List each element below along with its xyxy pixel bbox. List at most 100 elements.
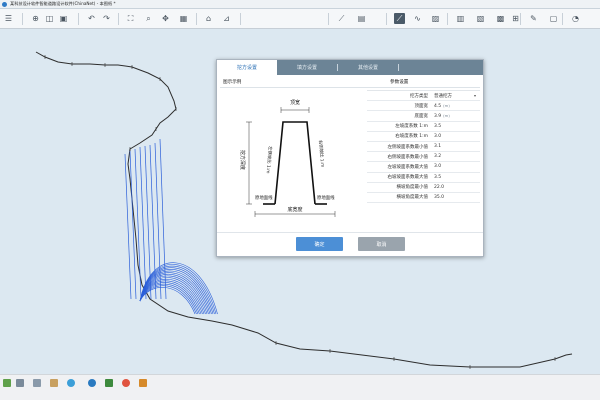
save-icon[interactable]: ▣ xyxy=(58,13,69,24)
help-icon[interactable]: ◔ xyxy=(570,13,581,24)
layout-icon[interactable]: ▤ xyxy=(356,13,367,24)
parameter-input[interactable]: 3.5 xyxy=(431,175,480,180)
parameter-input[interactable]: 3.0 xyxy=(431,134,480,139)
file-explorer-icon[interactable] xyxy=(16,379,24,387)
tab-excavation[interactable]: 挖方设置 xyxy=(217,60,277,75)
parameter-unit: (m) xyxy=(443,112,450,118)
toolbar-separator xyxy=(447,13,448,25)
cancel-button[interactable]: 取消 xyxy=(358,237,405,251)
parameter-row: 横坡角度最小值 22.0 xyxy=(367,183,480,193)
parameter-value: 3.2 xyxy=(434,154,442,160)
parameter-input[interactable]: 4.5 (m) xyxy=(431,103,480,109)
parameter-input[interactable]: 22.0 xyxy=(431,185,480,190)
profile-icon[interactable]: ⟋ xyxy=(336,13,347,24)
ok-button[interactable]: 确定 xyxy=(296,237,343,251)
parameter-row: 左坡度系数 1:m 3.5 xyxy=(367,122,480,132)
slope-icon[interactable]: ⟋ xyxy=(394,13,405,24)
parameter-label: 右坡度系数 1:m xyxy=(395,134,428,140)
parameter-value: 普通挖方 xyxy=(434,93,452,99)
menu-icon[interactable]: ☰ xyxy=(3,13,14,24)
toolbar-separator xyxy=(240,13,241,25)
edge-icon[interactable] xyxy=(88,379,96,387)
browser-icon[interactable] xyxy=(67,379,75,387)
parameter-value: 3.5 xyxy=(434,174,442,180)
target-icon[interactable]: ⊕ xyxy=(30,13,41,24)
parameter-label: 左坡坡面系数最大值 xyxy=(387,164,429,170)
excavation-profile-shape xyxy=(274,121,316,205)
parameter-row: 挖方类型 普通挖方 ▾ xyxy=(367,91,480,102)
parameter-row: 右坡坡面系数最大值 3.5 xyxy=(367,173,480,183)
section-icon[interactable]: ⊿ xyxy=(221,13,232,24)
chevron-down-icon[interactable]: ▾ xyxy=(474,93,476,98)
section-line xyxy=(134,148,142,300)
parameter-value: 3.9 xyxy=(434,113,442,119)
parameter-unit: (m) xyxy=(443,102,450,108)
app-logo-icon xyxy=(2,1,7,7)
parameter-table: 挖方类型 普通挖方 ▾ 顶面宽 4.5 (m) 底面宽 3.9 (m) 左坡度系数 1:m 3.5 右… xyxy=(367,90,480,204)
undo-icon[interactable]: ↶ xyxy=(86,13,97,24)
fill-icon[interactable]: ▨ xyxy=(430,13,441,24)
window-title: 某科技设计软件智能道路设计软件(ChinaNet) - 本图纸 * xyxy=(10,1,116,6)
spreadsheet-icon[interactable] xyxy=(105,379,113,387)
extents-icon[interactable]: ⛶ xyxy=(125,13,136,24)
parameter-input[interactable]: 3.1 xyxy=(431,144,480,149)
cross-section-curves xyxy=(139,262,218,315)
parameter-label: 右侧坡面系数最小值 xyxy=(387,154,429,160)
parameter-input[interactable]: 3.9 (m) xyxy=(431,113,480,119)
height-label: 挖方深度 xyxy=(239,150,246,170)
parameter-value: 3.0 xyxy=(434,133,442,139)
bottom-width-label: 底宽度 xyxy=(287,206,302,213)
parameter-label: 左侧坡面系数最小值 xyxy=(387,144,429,150)
layers-icon[interactable]: ◫ xyxy=(44,13,55,24)
pan-icon[interactable]: ✥ xyxy=(160,13,171,24)
parameter-row: 顶面宽 4.5 (m) xyxy=(367,101,480,112)
left-slope-label: 左侧坡比 1:m xyxy=(265,146,274,174)
parameter-value: 3.0 xyxy=(434,164,442,170)
home-icon[interactable]: ⌂ xyxy=(203,13,214,24)
parameter-label: 横坡角度最大值 xyxy=(396,195,429,201)
zoom-icon[interactable]: ⌕ xyxy=(143,13,154,24)
parameter-value: 3.1 xyxy=(434,144,442,150)
cad-app-icon[interactable] xyxy=(139,379,147,387)
curve-icon[interactable]: ∿ xyxy=(412,13,423,24)
parameter-row: 左侧坡面系数最小值 3.1 xyxy=(367,142,480,153)
left-foot-label: 原地面线 xyxy=(255,194,273,201)
parameter-label: 挖方类型 xyxy=(410,93,428,99)
section-curve xyxy=(139,287,196,315)
dialog-tabs: 挖方设置 填方设置 其他设置 xyxy=(217,60,483,75)
parameter-input[interactable]: 35.0 xyxy=(431,195,480,200)
app-icon[interactable] xyxy=(33,379,41,387)
toolbar-separator xyxy=(22,13,23,25)
tab-fill[interactable]: 填方设置 xyxy=(277,60,337,75)
chrome-icon[interactable] xyxy=(122,379,130,387)
table-icon[interactable]: ▥ xyxy=(455,13,466,24)
parameter-label: 底面宽 xyxy=(414,113,429,119)
parameter-value: 3.5 xyxy=(434,123,442,129)
parameter-dropdown[interactable]: 普通挖方 ▾ xyxy=(431,93,480,99)
toolbar-separator xyxy=(562,13,563,25)
toolbar-separator xyxy=(520,13,521,25)
main-toolbar: ☰ ⊕ ◫ ▣ ↶ ↷ ⛶ ⌕ ✥ ▦ ⌂ ⊿ ⟋ ▤ ⟋ ∿ ▨ ▥ ▧ ▩ ⊞ ✎ ▢ ◔ xyxy=(0,9,600,29)
top-width-label: 顶宽 xyxy=(290,99,300,106)
chart-icon[interactable]: ▧ xyxy=(475,13,486,24)
right-slope-label: 右侧坡比 1:m xyxy=(317,140,326,168)
section-line xyxy=(124,153,132,300)
parameter-row: 横坡角度最大值 35.0 xyxy=(367,193,480,204)
export-icon[interactable]: ▢ xyxy=(548,13,559,24)
tab-other[interactable]: 其他设置 xyxy=(338,60,398,75)
parameter-row: 右坡度系数 1:m 3.0 xyxy=(367,132,480,142)
edit-icon[interactable]: ✎ xyxy=(528,13,539,24)
parameter-input[interactable]: 3.0 xyxy=(431,164,480,169)
title-bar: 某科技设计软件智能道路设计软件(ChinaNet) - 本图纸 * xyxy=(0,0,600,9)
parameter-value: 22.0 xyxy=(434,184,445,190)
parameter-input[interactable]: 3.5 xyxy=(431,124,480,129)
diagram-section-title: 图示示例 xyxy=(223,80,242,85)
parameter-input[interactable]: 3.2 xyxy=(431,154,480,159)
redo-icon[interactable]: ↷ xyxy=(101,13,112,24)
tool-icon[interactable] xyxy=(50,379,58,387)
grid-icon[interactable]: ▦ xyxy=(178,13,189,24)
toolbar-separator xyxy=(78,13,79,25)
volume-icon[interactable]: ▩ xyxy=(495,13,506,24)
start-icon[interactable] xyxy=(3,379,11,387)
parameter-label: 顶面宽 xyxy=(414,103,429,109)
